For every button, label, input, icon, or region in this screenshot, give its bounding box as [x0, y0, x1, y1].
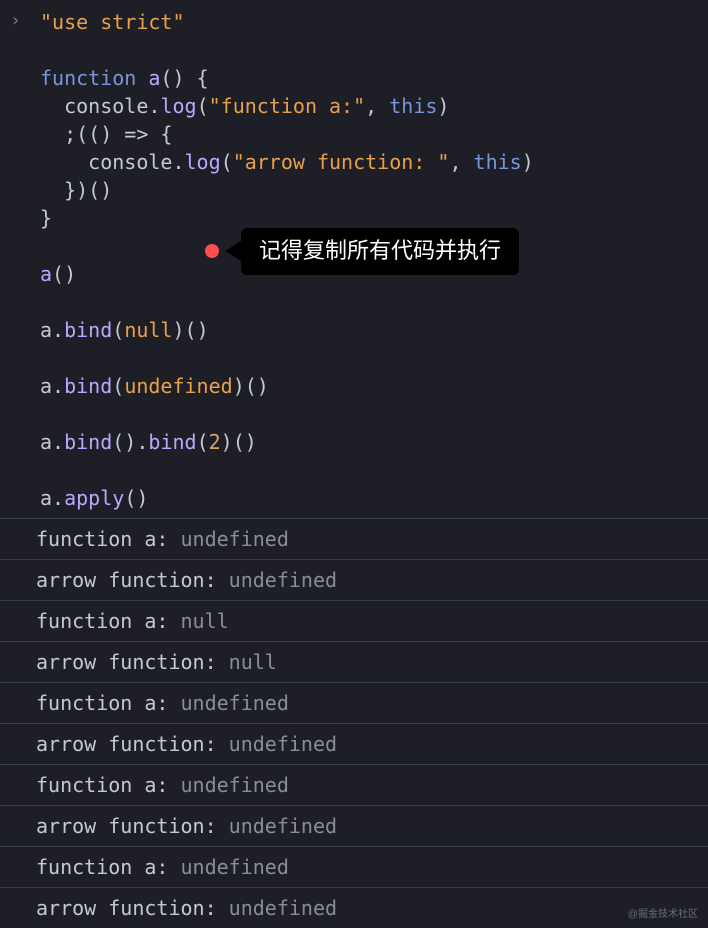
console-row-label: arrow function:: [36, 732, 229, 756]
code-token: null: [124, 318, 172, 342]
code-token: .: [52, 430, 64, 454]
watermark-text: @掘金技术社区: [628, 908, 698, 922]
console-row-label: function a:: [36, 773, 181, 797]
console-row: function a: undefined: [0, 682, 708, 723]
console-row-value: undefined: [181, 855, 289, 879]
code-token: )(): [233, 374, 269, 398]
code-token: a: [40, 430, 52, 454]
code-token: (): [112, 430, 136, 454]
red-dot-icon: [205, 244, 219, 258]
code-token: "arrow function: ": [233, 150, 450, 174]
code-token: a: [40, 486, 52, 510]
code-token: a: [40, 374, 52, 398]
console-row-value: undefined: [181, 691, 289, 715]
console-row-value: undefined: [229, 732, 337, 756]
code-token: a: [40, 262, 52, 286]
code-token: (: [197, 94, 209, 118]
console-row-label: arrow function:: [36, 568, 229, 592]
code-token: log: [160, 94, 196, 118]
console-row-value: undefined: [229, 896, 337, 920]
code-token: (: [221, 150, 233, 174]
code-token: ): [522, 150, 534, 174]
code-token: }: [40, 206, 52, 230]
console-row: arrow function: null: [0, 641, 708, 682]
console-row-value: undefined: [181, 527, 289, 551]
code-token: [40, 94, 64, 118]
code-token: console: [64, 94, 148, 118]
code-token: [40, 122, 64, 146]
console-row: function a: null: [0, 600, 708, 641]
code-token: .: [172, 150, 184, 174]
code-token: (): [124, 486, 148, 510]
code-token: bind: [64, 374, 112, 398]
code-token: .: [52, 374, 64, 398]
code-token: bind: [148, 430, 196, 454]
console-row-label: arrow function:: [36, 650, 229, 674]
console-row-value: undefined: [229, 568, 337, 592]
tooltip-arrow-icon: [225, 241, 241, 261]
code-token: log: [185, 150, 221, 174]
code-token: [40, 178, 64, 202]
code-token: this: [389, 94, 437, 118]
code-token: () {: [160, 66, 208, 90]
console-row: arrow function: undefined: [0, 559, 708, 600]
code-token: .: [148, 94, 160, 118]
code-token: )(): [172, 318, 208, 342]
code-token: this: [474, 150, 522, 174]
console-row-label: arrow function:: [36, 896, 229, 920]
code-token: .: [136, 430, 148, 454]
code-token: 2: [209, 430, 221, 454]
console-row-label: arrow function:: [36, 814, 229, 838]
code-token: })(): [64, 178, 112, 202]
code-token: ,: [449, 150, 473, 174]
tooltip-text: 记得复制所有代码并执行: [241, 228, 519, 275]
code-token: (: [112, 374, 124, 398]
code-token: )(): [221, 430, 257, 454]
code-token: a: [40, 318, 52, 342]
console-row-label: function a:: [36, 691, 181, 715]
console-row: arrow function: undefined: [0, 723, 708, 764]
console-row-label: function a:: [36, 527, 181, 551]
code-token: (: [197, 430, 209, 454]
console-row-value: null: [181, 609, 229, 633]
prompt-chevron-icon: ›: [10, 8, 21, 33]
code-token: [40, 150, 88, 174]
console-output: function a: undefinedarrow function: und…: [0, 518, 708, 928]
console-row: function a: undefined: [0, 518, 708, 559]
console-row-label: function a:: [36, 609, 181, 633]
code-token: bind: [64, 430, 112, 454]
code-token: apply: [64, 486, 124, 510]
code-token: ,: [365, 94, 389, 118]
console-row: arrow function: undefined: [0, 805, 708, 846]
code-token: ;(() => {: [64, 122, 172, 146]
code-token: "use strict": [40, 10, 185, 34]
code-token: (: [112, 318, 124, 342]
console-row: function a: undefined: [0, 846, 708, 887]
code-token: undefined: [124, 374, 232, 398]
code-token: .: [52, 318, 64, 342]
console-row: function a: undefined: [0, 764, 708, 805]
console-row-value: null: [229, 650, 277, 674]
console-row-value: undefined: [181, 773, 289, 797]
console-row-value: undefined: [229, 814, 337, 838]
console-row-label: function a:: [36, 855, 181, 879]
code-token: (): [52, 262, 76, 286]
code-token: ): [437, 94, 449, 118]
console-row: arrow function: undefined: [0, 887, 708, 928]
code-token: a: [148, 66, 160, 90]
annotation-tooltip: 记得复制所有代码并执行: [205, 228, 519, 275]
code-token: "function a:": [209, 94, 366, 118]
code-token: function: [40, 66, 136, 90]
code-token: bind: [64, 318, 112, 342]
code-token: .: [52, 486, 64, 510]
code-token: console: [88, 150, 172, 174]
